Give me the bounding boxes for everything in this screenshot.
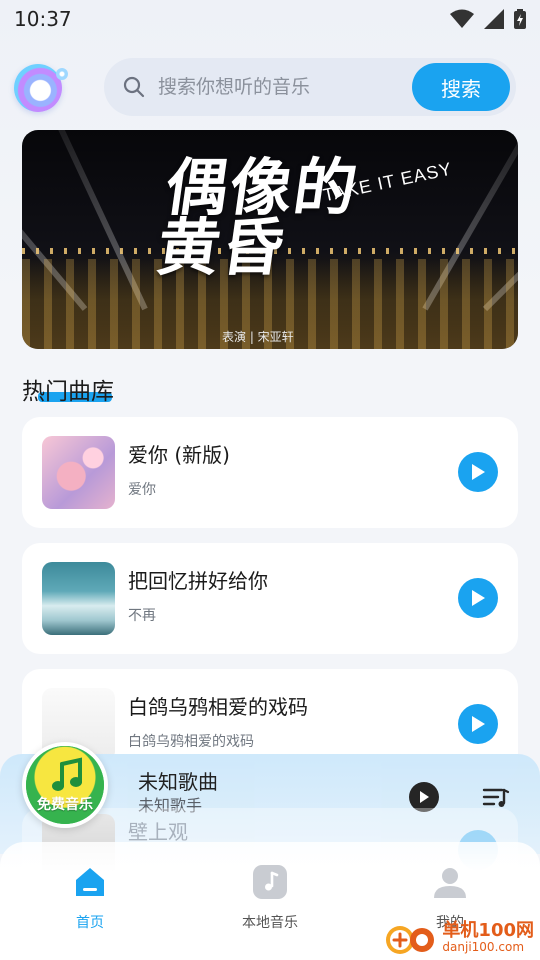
banner-credit: 表演 | 宋亚轩 xyxy=(222,330,294,344)
battery-icon xyxy=(514,9,526,29)
song-artist: 白鸽乌鸦相爱的戏码 xyxy=(128,734,254,750)
banner-title: 偶像的黄昏 xyxy=(152,151,364,284)
play-button[interactable] xyxy=(458,704,498,744)
signal-icon xyxy=(484,9,504,29)
search-button[interactable]: 搜索 xyxy=(412,63,510,111)
song-cover xyxy=(42,436,115,509)
watermark-sub: danji100.com xyxy=(442,940,525,955)
watermark-main: 单机100网 xyxy=(442,920,534,942)
play-button[interactable] xyxy=(458,578,498,618)
nav-item-home[interactable]: 首页 xyxy=(30,864,150,932)
home-icon xyxy=(76,868,104,896)
status-icons xyxy=(450,9,526,29)
free-music-badge[interactable]: 免费音乐 xyxy=(22,742,108,828)
play-icon xyxy=(420,791,429,803)
badge-label: 免费音乐 xyxy=(37,797,93,813)
song-title: 把回忆拼好给你 xyxy=(128,569,268,593)
play-icon xyxy=(472,716,485,732)
song-cover xyxy=(42,562,115,635)
song-list-item[interactable]: 爱你 (新版) 爱你 xyxy=(22,417,518,528)
wifi-icon xyxy=(450,9,474,28)
bottom-nav: 首页 本地音乐 我的 单机100网 danji100.com xyxy=(0,842,540,960)
nav-item-local-music[interactable]: 本地音乐 xyxy=(210,864,330,932)
promo-banner[interactable]: 偶像的黄昏 TAKE IT EASY 表演 | 宋亚轩 xyxy=(22,130,518,349)
music-note-icon xyxy=(52,757,82,791)
music-note-icon xyxy=(253,865,287,899)
app-screen: 10:37 搜索 偶像的黄昏 TAKE IT EASY 表演 | 宋亚轩 热门曲… xyxy=(0,0,540,960)
song-artist: 不再 xyxy=(128,608,156,624)
search-icon xyxy=(123,76,145,98)
song-title: 爱你 (新版) xyxy=(128,443,230,467)
section-title: 热门曲库 xyxy=(22,379,114,405)
search-box[interactable]: 搜索 xyxy=(104,58,516,116)
play-icon xyxy=(472,464,485,480)
player-song-title: 未知歌曲 xyxy=(138,770,218,794)
status-time: 10:37 xyxy=(14,7,72,31)
play-icon xyxy=(472,590,485,606)
watermark-text: 单机100网 danji100.com xyxy=(442,920,534,955)
song-artist: 爱你 xyxy=(128,482,156,498)
song-title: 壁上观 xyxy=(128,820,188,844)
header: 搜索 xyxy=(0,58,540,118)
app-logo[interactable] xyxy=(14,64,68,112)
nav-label-local-music: 本地音乐 xyxy=(242,915,298,931)
watermark-logo xyxy=(386,926,435,954)
play-button[interactable] xyxy=(458,452,498,492)
nav-label-home: 首页 xyxy=(76,915,104,931)
user-icon xyxy=(434,868,466,898)
status-bar: 10:37 xyxy=(0,0,540,38)
song-title: 白鸽乌鸦相爱的戏码 xyxy=(128,695,308,719)
watermark: 单机100网 danji100.com xyxy=(384,918,534,958)
song-list-item[interactable]: 把回忆拼好给你 不再 xyxy=(22,543,518,654)
